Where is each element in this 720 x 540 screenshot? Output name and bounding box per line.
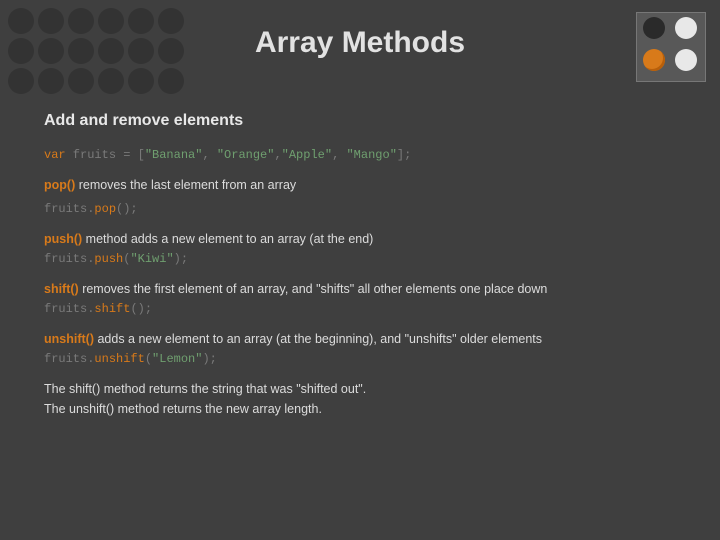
code-pop: fruits.pop();: [44, 202, 700, 216]
pop-description: pop() removes the last element from an a…: [44, 178, 700, 192]
code-push: fruits.push("Kiwi");: [44, 252, 700, 266]
note-unshift: The unshift() method returns the new arr…: [44, 402, 700, 416]
code-unshift: fruits.unshift("Lemon");: [44, 352, 700, 366]
note-shift: The shift() method returns the string th…: [44, 382, 700, 396]
content: Add and remove elements var fruits = ["B…: [44, 112, 700, 422]
page-title: Array Methods: [0, 26, 720, 60]
code-var-declaration: var fruits = ["Banana", "Orange","Apple"…: [44, 148, 700, 162]
section-subtitle: Add and remove elements: [44, 112, 700, 130]
code-shift: fruits.shift();: [44, 302, 700, 316]
shift-description: shift() removes the first element of an …: [44, 282, 700, 296]
unshift-description: unshift() adds a new element to an array…: [44, 332, 700, 346]
push-description: push() method adds a new element to an a…: [44, 232, 700, 246]
